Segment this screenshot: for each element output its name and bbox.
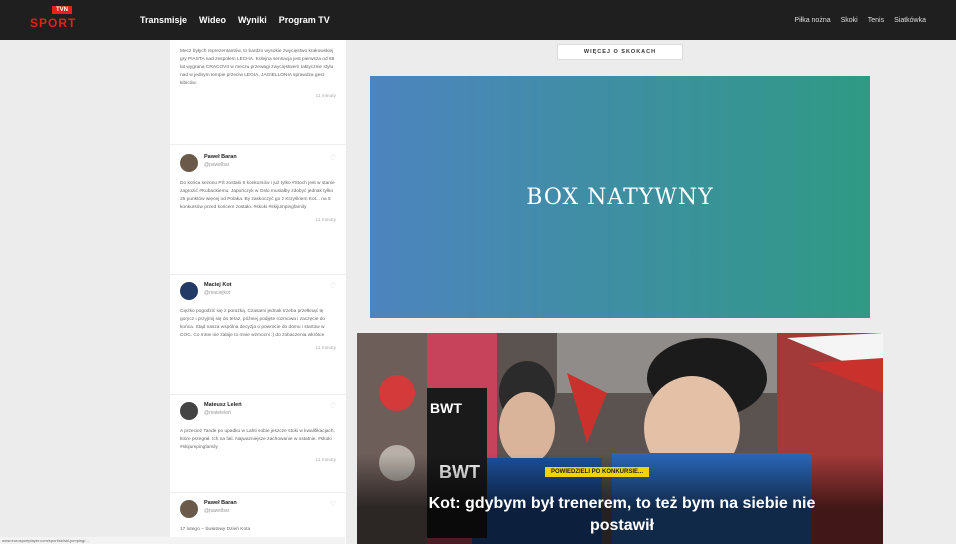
divider [170, 274, 346, 275]
tweet-time[interactable]: 11 minuty [180, 218, 336, 223]
nav-wyniki[interactable]: Wyniki [238, 15, 267, 25]
tweet-author-handle[interactable]: @pawelbar [204, 508, 237, 514]
avatar[interactable] [180, 402, 198, 420]
top-navigation-bar: TVN SPORT Transmisje Wideo Wyniki Progra… [0, 0, 956, 40]
twitter-feed-sidebar: Mecz byłych reprezentantów, to bardzo wy… [170, 40, 346, 544]
tweet-time[interactable]: 11 minuty [180, 94, 336, 99]
divider [170, 394, 346, 395]
logo-tvn: TVN [52, 6, 72, 14]
nav-skoki[interactable]: Skoki [841, 17, 858, 24]
tweet-text: Ciężko pogodzić się z porażką. Czasami j… [180, 309, 326, 338]
nav-wideo[interactable]: Wideo [199, 15, 226, 25]
tvn-sport-logo[interactable]: TVN SPORT [30, 6, 100, 34]
tweet-text: 17 lutego – Światowy Dzień Kota [180, 527, 251, 532]
like-heart-icon[interactable]: ♡ [330, 154, 336, 162]
nav-tenis[interactable]: Tenis [868, 17, 884, 24]
tweet-text: A przecież Tande po upadku w Lahti sobie… [180, 429, 335, 450]
tweet-text: Do końca sezonu PŚ zostało 6 konkursów i… [180, 181, 335, 210]
tweet-author-handle[interactable]: @mateleleń [204, 410, 242, 416]
tweet-author-name[interactable]: Paweł Baran [204, 154, 237, 160]
main-content: WIĘCEJ O SKOKACH BOX NATYWNY BWT BWT [357, 40, 883, 544]
tweet-text: Mecz byłych reprezentantów, to bardzo wy… [180, 49, 335, 86]
nav-siatkowka[interactable]: Siatkówka [894, 17, 926, 24]
like-heart-icon[interactable]: ♡ [330, 402, 336, 410]
like-heart-icon[interactable]: ♡ [330, 500, 336, 508]
native-ad-label: BOX NATYWNY [526, 184, 714, 210]
tweet-time[interactable]: 11 minuty [180, 458, 336, 463]
tweet-author-name[interactable]: Maciej Kot [204, 282, 232, 288]
logo-sport: SPORT [30, 16, 77, 30]
more-about-ski-jumping-button[interactable]: WIĘCEJ O SKOKACH [557, 44, 683, 60]
tweet-card: ♡ Paweł Baran @pawelbar Do końca sezonu … [170, 154, 346, 223]
tweet-time[interactable]: 11 minuty [180, 346, 336, 351]
tweet-card: Mecz byłych reprezentantów, to bardzo wy… [170, 46, 346, 99]
nav-transmisje[interactable]: Transmisje [140, 15, 187, 25]
svg-text:BWT: BWT [430, 400, 462, 416]
like-heart-icon[interactable]: ♡ [330, 282, 336, 290]
tweet-author-handle[interactable]: @maciejkot [204, 290, 232, 296]
article-category-badge: POWIEDZIELI PO KONKURSIE... [545, 467, 650, 477]
tweet-author-name[interactable]: Paweł Baran [204, 500, 237, 506]
divider [170, 492, 346, 493]
tweet-author-name[interactable]: Mateusz Leleń [204, 402, 242, 408]
browser-status-url: www.eurosportplayer.com/sport/sk/ski-jum… [0, 537, 345, 544]
nav-pilka-nozna[interactable]: Piłka nożna [794, 17, 830, 24]
avatar[interactable] [180, 282, 198, 300]
sport-categories-nav: Piłka nożna Skoki Tenis Siatkówka [794, 0, 926, 40]
tweet-card: ♡ Paweł Baran @pawelbar 17 lutego – Świa… [170, 500, 346, 534]
avatar[interactable] [180, 500, 198, 518]
tweet-card: ♡ Mateusz Leleń @mateleleń A przecież Ta… [170, 402, 346, 463]
tweet-card: ♡ Maciej Kot @maciejkot Ciężko pogodzić … [170, 282, 346, 351]
featured-article-hero[interactable]: BWT BWT POWIEDZIELI PO KONKURSIE... Kot:… [357, 333, 883, 544]
main-nav: Transmisje Wideo Wyniki Program TV [140, 0, 330, 40]
native-ad-box[interactable]: BOX NATYWNY [370, 76, 870, 318]
article-headline[interactable]: Kot: gdybym był trenerem, to też bym na … [397, 493, 847, 537]
divider [170, 144, 346, 145]
nav-program-tv[interactable]: Program TV [279, 15, 330, 25]
avatar[interactable] [180, 154, 198, 172]
tweet-author-handle[interactable]: @pawelbar [204, 162, 237, 168]
